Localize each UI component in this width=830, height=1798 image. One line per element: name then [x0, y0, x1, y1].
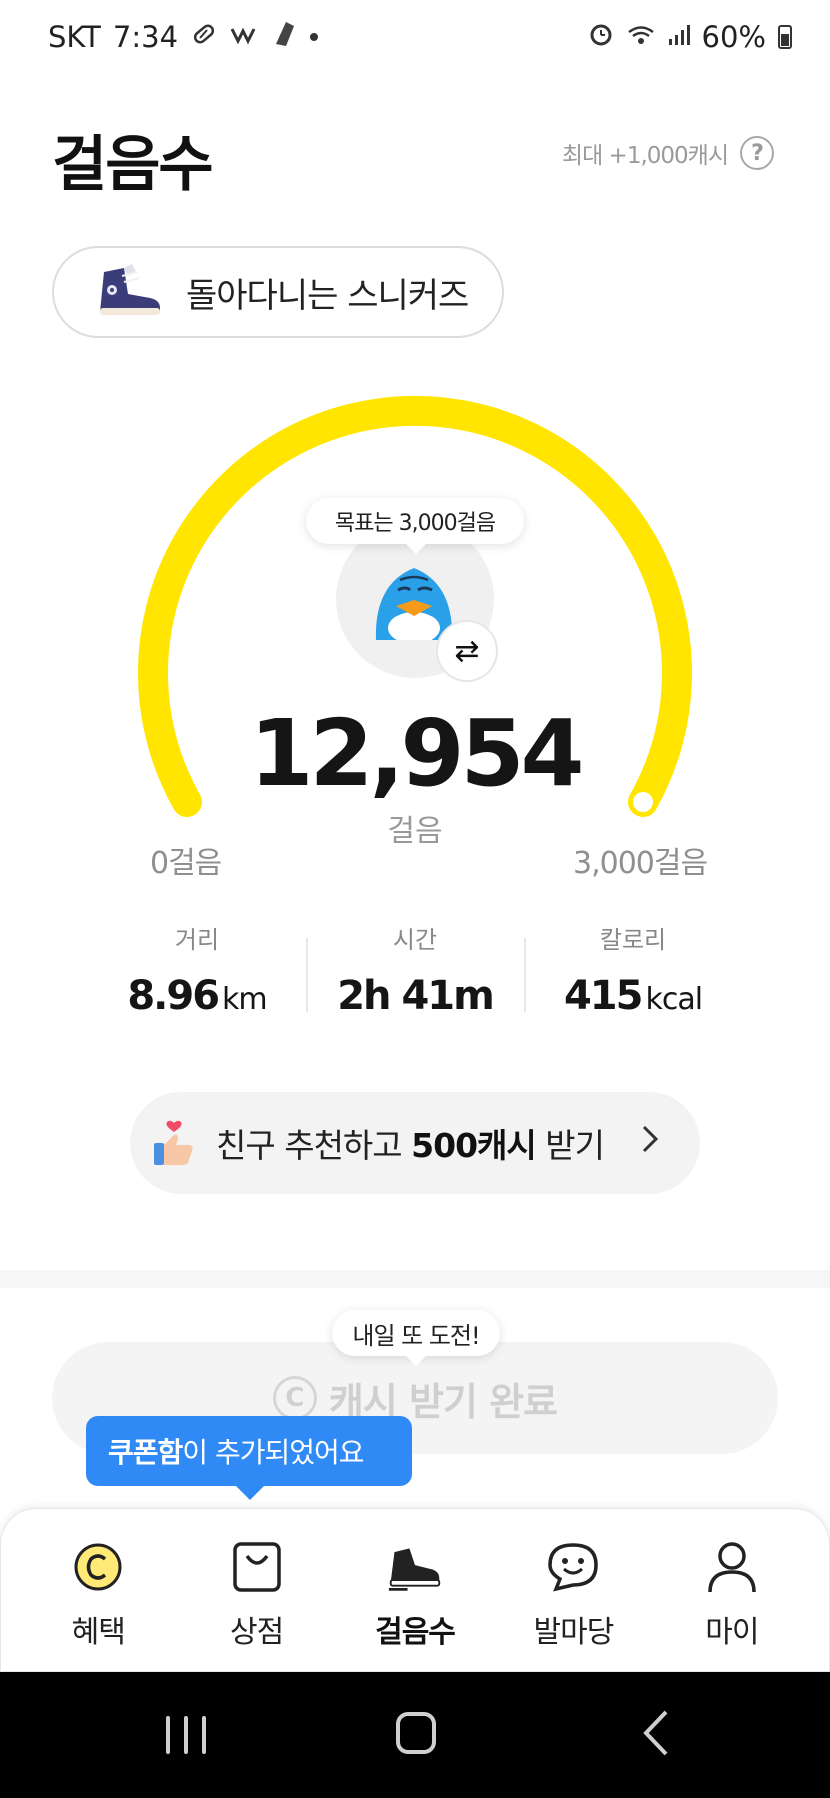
swap-icon: ⇄: [454, 633, 480, 669]
sneaker-chip[interactable]: 돌아다니는 스니커즈: [52, 246, 504, 338]
battery-icon: [778, 25, 792, 49]
coin-icon: [70, 1539, 126, 1595]
wifi-icon: [626, 20, 656, 54]
nav-label: 걸음수: [375, 1615, 456, 1650]
alarm-icon: [588, 20, 614, 54]
coin-icon: C: [272, 1376, 317, 1420]
status-right: 60%: [588, 20, 792, 54]
max-reward-label: 최대 +1,000캐시: [561, 143, 729, 169]
referral-highlight: 500캐시: [411, 1126, 537, 1165]
nav-shop[interactable]: 상점: [177, 1509, 335, 1671]
coupon-toast-text: 이 추가되었어요: [182, 1436, 364, 1469]
sneaker-icon: [94, 264, 164, 320]
coupon-toast[interactable]: 쿠폰함 이 추가되었어요: [86, 1416, 412, 1500]
gauge-max-label: 3,000걸음: [573, 846, 708, 881]
stat-value: 8.96 km: [88, 973, 306, 1019]
section-divider: [0, 1270, 830, 1288]
chevron-right-icon: [640, 1123, 660, 1163]
back-button[interactable]: [636, 1708, 676, 1758]
nav-my[interactable]: 마이: [653, 1509, 811, 1671]
signal-icon: [668, 20, 690, 54]
dot-icon: [310, 33, 319, 41]
status-bar: SKT 7:34 60%: [0, 0, 830, 82]
swap-character-button[interactable]: ⇄: [436, 620, 498, 682]
stat-label: 칼로리: [599, 926, 667, 954]
app-icon: [230, 23, 260, 51]
stat-time: 시간 2h 41m: [306, 914, 524, 1024]
nav-label: 발마당: [533, 1615, 615, 1650]
carrier-label: SKT: [48, 20, 101, 54]
battery-percent: 60%: [701, 20, 766, 54]
recent-apps-button[interactable]: [166, 1716, 206, 1754]
nav-label: 혜택: [71, 1615, 126, 1650]
goal-bubble: 목표는 3,000걸음: [306, 498, 524, 554]
referral-banner[interactable]: 친구 추천하고 500캐시 받기: [130, 1092, 700, 1194]
tomorrow-bubble: 내일 또 도전!: [332, 1310, 500, 1366]
coupon-toast-highlight: 쿠폰함: [108, 1436, 183, 1469]
help-icon[interactable]: ?: [740, 136, 774, 170]
shoe-icon: [272, 20, 298, 54]
sneaker-label: 돌아다니는 스니커즈: [186, 275, 469, 316]
nav-steps[interactable]: 걸음수: [336, 1509, 494, 1671]
nav-community[interactable]: 발마당: [494, 1509, 652, 1671]
shopping-bag-icon: [229, 1539, 285, 1595]
gauge-min-label: 0걸음: [150, 846, 222, 881]
stat-distance: 거리 8.96 km: [88, 914, 306, 1024]
system-nav-bar: [0, 1672, 830, 1798]
stat-label: 거리: [174, 926, 220, 954]
nav-label: 마이: [705, 1615, 759, 1650]
person-icon: [704, 1539, 760, 1595]
stat-value: 2h 41m: [306, 973, 524, 1019]
chat-smile-icon: [545, 1539, 601, 1595]
stats-row: 거리 8.96 km 시간 2h 41m 칼로리 415 kcal: [88, 914, 742, 1024]
stat-unit: km: [222, 982, 268, 1017]
stat-calories: 칼로리 415 kcal: [524, 914, 742, 1024]
stat-label: 시간: [392, 926, 438, 954]
clock: 7:34: [112, 20, 179, 54]
referral-suffix: 받기: [535, 1126, 605, 1165]
referral-prefix: 친구 추천하고: [216, 1126, 412, 1165]
stat-number: 415: [563, 973, 643, 1019]
thumbs-up-icon: [150, 1117, 198, 1169]
bottom-nav: 혜택 상점 걸음수 발마당 마이: [0, 1508, 830, 1672]
referral-text: 친구 추천하고 500캐시 받기: [216, 1119, 605, 1167]
nav-label: 상점: [230, 1615, 284, 1650]
page-title: 걸음수: [52, 130, 214, 200]
home-button[interactable]: [396, 1712, 436, 1754]
stat-value: 415 kcal: [524, 973, 742, 1019]
step-count: 12,954: [249, 700, 584, 807]
stat-number: 2h 41m: [337, 973, 495, 1019]
status-left: SKT 7:34: [48, 20, 319, 54]
sneaker-nav-icon: [387, 1539, 443, 1595]
nav-benefits[interactable]: 혜택: [19, 1509, 177, 1671]
max-reward[interactable]: 최대 +1,000캐시 ?: [562, 136, 774, 170]
stat-number: 8.96: [127, 973, 220, 1019]
stat-unit: kcal: [645, 982, 703, 1017]
pill-icon: [190, 20, 218, 54]
